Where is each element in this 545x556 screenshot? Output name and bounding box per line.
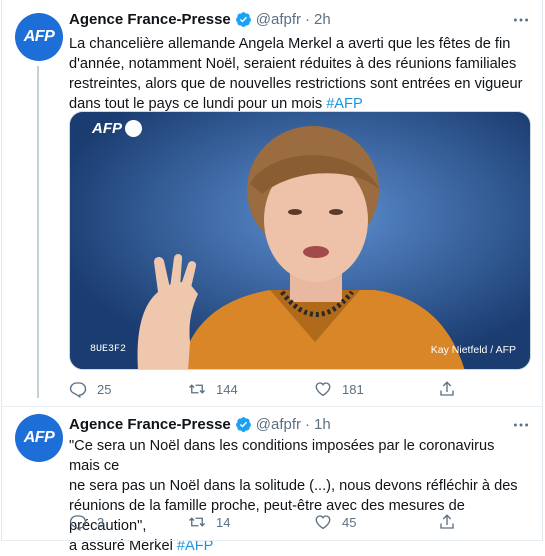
tweet-actions: 25 144 181 bbox=[69, 379, 454, 399]
reply-icon bbox=[69, 382, 87, 398]
author-name[interactable]: Agence France-Presse bbox=[69, 416, 231, 433]
photo-code: 8UE3F2 bbox=[90, 344, 127, 355]
retweet-button[interactable]: 144 bbox=[188, 379, 238, 399]
bottom-border bbox=[1, 540, 543, 541]
like-button[interactable]: 45 bbox=[314, 512, 356, 532]
author-handle[interactable]: @afpfr bbox=[256, 416, 301, 433]
thread-connector-line bbox=[37, 66, 39, 398]
retweet-button[interactable]: 14 bbox=[188, 512, 230, 532]
tweet-header: Agence France-Presse @afpfr · 2h bbox=[69, 9, 331, 29]
like-count: 181 bbox=[342, 381, 364, 397]
verified-badge-icon bbox=[235, 416, 252, 433]
retweet-icon bbox=[189, 384, 205, 394]
author-avatar[interactable]: AFP bbox=[15, 13, 63, 61]
tweet-divider bbox=[1, 406, 543, 407]
merkel-photo bbox=[70, 112, 530, 369]
tweet-text-line: a assuré Merkel #AFP bbox=[69, 538, 214, 554]
retweet-icon bbox=[189, 517, 205, 527]
tweet-text: La chancelière allemande Angela Merkel a… bbox=[69, 34, 529, 114]
author-handle[interactable]: @afpfr bbox=[256, 11, 301, 28]
reply-icon bbox=[69, 515, 87, 531]
reply-count: 25 bbox=[97, 381, 112, 397]
tweet-text: "Ce sera un Noël dans les conditions imp… bbox=[69, 436, 529, 556]
author-name[interactable]: Agence France-Presse bbox=[69, 11, 231, 28]
hashtag-link[interactable]: #AFP bbox=[326, 96, 363, 112]
author-avatar[interactable]: AFP bbox=[15, 414, 63, 462]
verified-badge-icon bbox=[235, 11, 252, 28]
reply-button[interactable]: 25 bbox=[69, 379, 111, 399]
afp-logo-dot-icon bbox=[125, 120, 142, 137]
like-count: 45 bbox=[342, 514, 357, 530]
reply-count: 3 bbox=[97, 514, 105, 530]
tweet-text-line: d'année, notamment Noël, seraient réduit… bbox=[69, 56, 517, 72]
tweet-text-line: ne sera pas un Noël dans la solitude (..… bbox=[69, 478, 518, 494]
reply-button[interactable]: 3 bbox=[69, 512, 104, 532]
separator-dot: · bbox=[305, 10, 310, 28]
tweet-header: Agence France-Presse @afpfr · 1h bbox=[69, 414, 331, 434]
retweet-count: 14 bbox=[216, 514, 231, 530]
like-button[interactable]: 181 bbox=[314, 379, 364, 399]
tweet-text-line: "Ce sera un Noël dans les conditions imp… bbox=[69, 438, 495, 474]
tweet-actions: 3 14 45 bbox=[69, 512, 454, 532]
tweet-timestamp[interactable]: 1h bbox=[314, 416, 331, 433]
afp-photo-logo: AFP bbox=[92, 120, 142, 137]
heart-icon bbox=[315, 515, 331, 530]
separator-dot: · bbox=[305, 415, 310, 433]
retweet-count: 144 bbox=[216, 381, 238, 397]
photo-credit: Kay Nietfeld / AFP bbox=[430, 344, 516, 356]
share-icon bbox=[440, 381, 454, 396]
tweet-timestamp[interactable]: 2h bbox=[314, 11, 331, 28]
more-options-icon[interactable] bbox=[511, 415, 531, 435]
more-options-icon[interactable] bbox=[511, 10, 531, 30]
share-icon bbox=[440, 514, 454, 529]
share-button[interactable] bbox=[438, 379, 456, 399]
tweet-text-line: restreintes, alors que de nouvelles rest… bbox=[69, 76, 523, 92]
tweet-photo[interactable]: AFP 8UE3F2 Kay Nietfeld / AFP bbox=[69, 111, 531, 370]
share-button[interactable] bbox=[438, 512, 456, 532]
heart-icon bbox=[315, 382, 331, 397]
tweet-text-line: La chancelière allemande Angela Merkel a… bbox=[69, 36, 511, 52]
